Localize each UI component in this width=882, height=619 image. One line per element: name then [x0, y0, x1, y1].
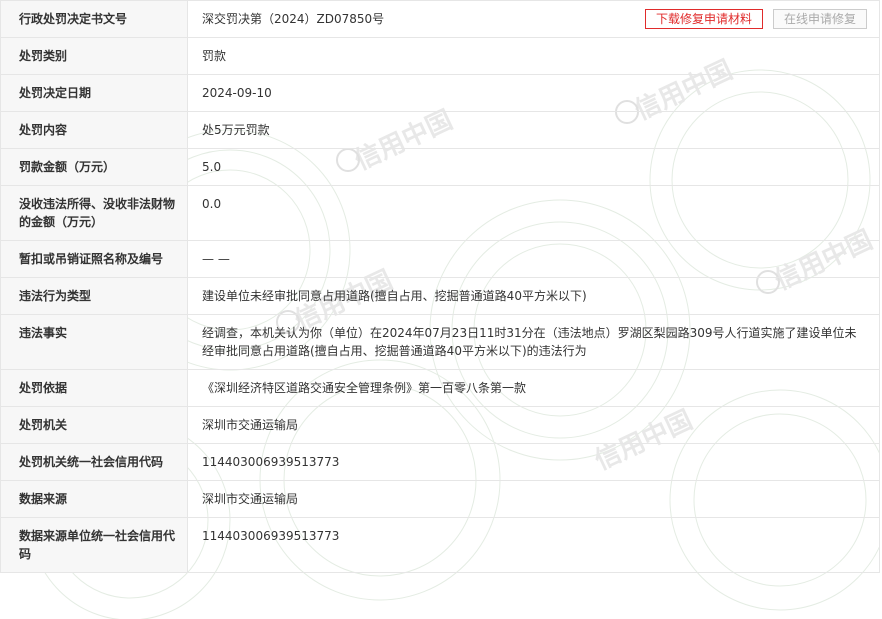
field-label: 处罚依据 [0, 369, 188, 407]
field-label: 罚款金额（万元） [0, 148, 188, 186]
row-decision-no: 行政处罚决定书文号 深交罚决第（2024）ZD07850号 下载修复申请材料 在… [0, 0, 880, 38]
row-license-revocation: 暂扣或吊销证照名称及编号 — — [0, 240, 880, 278]
row-confiscation-amount: 没收违法所得、没收非法财物的金额（万元） 0.0 [0, 185, 880, 241]
row-authority-credit-code: 处罚机关统一社会信用代码 114403006939513773 [0, 443, 880, 481]
field-value: 0.0 [187, 185, 880, 241]
online-repair-application-button[interactable]: 在线申请修复 [772, 9, 867, 29]
field-label: 处罚内容 [0, 111, 188, 149]
row-penalty-authority: 处罚机关 深圳市交通运输局 [0, 406, 880, 444]
download-repair-materials-button[interactable]: 下载修复申请材料 [644, 9, 763, 29]
field-value: — — [187, 240, 880, 278]
field-label: 处罚类别 [0, 37, 188, 75]
row-penalty-content: 处罚内容 处5万元罚款 [0, 111, 880, 149]
field-value: 114403006939513773 [187, 517, 880, 573]
field-value: 2024-09-10 [187, 74, 880, 112]
row-source-credit-code: 数据来源单位统一社会信用代码 114403006939513773 [0, 517, 880, 573]
field-value: 深圳市交通运输局 [187, 480, 880, 518]
field-value: 114403006939513773 [187, 443, 880, 481]
penalty-detail-panel: 信用中国 信用中国 信用中国 信用中国 信用中国 行政处罚决定书文号 深交罚决第… [0, 0, 880, 619]
field-label: 数据来源单位统一社会信用代码 [0, 517, 188, 573]
field-label: 处罚机关统一社会信用代码 [0, 443, 188, 481]
field-label: 数据来源 [0, 480, 188, 518]
field-label: 暂扣或吊销证照名称及编号 [0, 240, 188, 278]
field-label: 违法行为类型 [0, 277, 188, 315]
row-decision-date: 处罚决定日期 2024-09-10 [0, 74, 880, 112]
field-value: 深圳市交通运输局 [187, 406, 880, 444]
decision-no-value: 深交罚决第（2024）ZD07850号 [202, 12, 385, 26]
field-value: 处5万元罚款 [187, 111, 880, 149]
field-label: 处罚机关 [0, 406, 188, 444]
row-violation-type: 违法行为类型 建设单位未经审批同意占用道路(擅自占用、挖掘普通道路40平方米以下… [0, 277, 880, 315]
field-value: 5.0 [187, 148, 880, 186]
row-violation-facts: 违法事实 经调查，本机关认为你（单位）在2024年07月23日11时31分在（违… [0, 314, 880, 370]
field-value: 罚款 [187, 37, 880, 75]
field-value: 建设单位未经审批同意占用道路(擅自占用、挖掘普通道路40平方米以下) [187, 277, 880, 315]
field-label: 没收违法所得、没收非法财物的金额（万元） [0, 185, 188, 241]
field-value: 《深圳经济特区道路交通安全管理条例》第一百零八条第一款 [187, 369, 880, 407]
decision-no-label: 行政处罚决定书文号 [0, 0, 188, 38]
row-data-source: 数据来源 深圳市交通运输局 [0, 480, 880, 518]
field-value: 经调查，本机关认为你（单位）在2024年07月23日11时31分在（违法地点）罗… [187, 314, 880, 370]
field-label: 处罚决定日期 [0, 74, 188, 112]
row-penalty-category: 处罚类别 罚款 [0, 37, 880, 75]
row-fine-amount: 罚款金额（万元） 5.0 [0, 148, 880, 186]
penalty-detail-table: 行政处罚决定书文号 深交罚决第（2024）ZD07850号 下载修复申请材料 在… [0, 0, 880, 573]
row-penalty-basis: 处罚依据 《深圳经济特区道路交通安全管理条例》第一百零八条第一款 [0, 369, 880, 407]
field-label: 违法事实 [0, 314, 188, 370]
